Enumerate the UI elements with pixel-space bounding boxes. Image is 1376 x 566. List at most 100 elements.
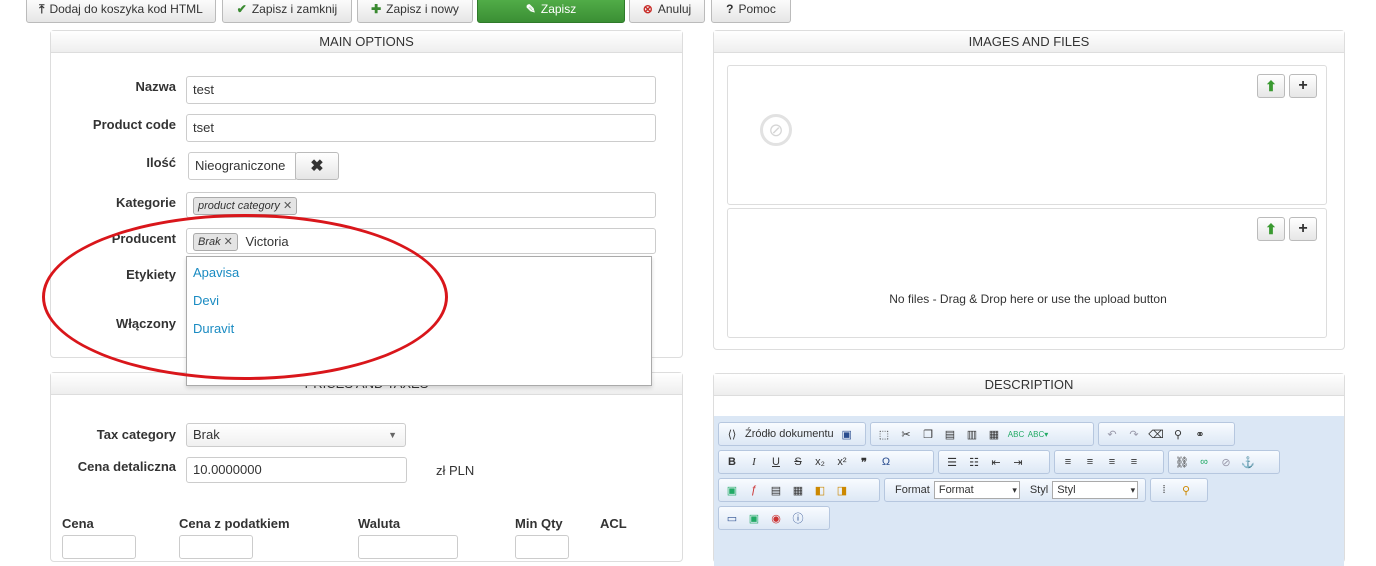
eraser-icon[interactable]: ⌫	[1147, 425, 1165, 443]
template-icon[interactable]: ▤	[767, 481, 785, 499]
show-blocks-icon[interactable]: ⁞	[1155, 481, 1173, 499]
preview-icon[interactable]: ⚲	[1177, 481, 1195, 499]
outdent-icon[interactable]: ⇤	[987, 453, 1005, 471]
source-button[interactable]: Źródło dokumentu	[745, 428, 834, 440]
flash-icon[interactable]: ƒ	[745, 481, 763, 499]
cancel-button[interactable]: ⊗ Anuluj	[629, 0, 705, 23]
special-char-icon[interactable]: Ω	[877, 453, 895, 471]
category-tag-label: product category	[198, 200, 280, 212]
page-break-icon[interactable]: ◨	[833, 481, 851, 499]
div-container-icon[interactable]: ▣	[745, 509, 763, 527]
redo-icon[interactable]: ↷	[1125, 425, 1143, 443]
align-right-icon[interactable]: ≡	[1103, 453, 1121, 471]
retail-price-label: Cena detaliczna	[77, 459, 176, 474]
editor-style-group: Format Format ▾ Styl Styl ▾	[884, 478, 1146, 502]
indent-icon[interactable]: ⇥	[1009, 453, 1027, 471]
media-icon[interactable]: ◧	[811, 481, 829, 499]
paste-icon[interactable]: ▤	[941, 425, 959, 443]
editor-undo-group: ↶ ↷ ⌫ ⚲ ⚭	[1098, 422, 1235, 446]
align-center-icon[interactable]: ≡	[1081, 453, 1099, 471]
table-icon[interactable]: ▦	[789, 481, 807, 499]
suggestion-item[interactable]: Duravit	[193, 321, 234, 336]
upload-image-button[interactable]: ⬆	[1257, 74, 1285, 98]
paste-text-icon[interactable]: ▥	[963, 425, 981, 443]
description-title: DESCRIPTION	[714, 374, 1344, 396]
category-tag[interactable]: product category ✕	[193, 197, 298, 215]
categories-input[interactable]: product category ✕	[186, 192, 656, 218]
clear-quantity-button[interactable]: ✖	[295, 152, 339, 180]
price-input[interactable]	[62, 535, 136, 559]
help-button[interactable]: ? Pomoc	[711, 0, 791, 23]
suggestion-item[interactable]: Apavisa	[193, 265, 239, 280]
price-tax-input[interactable]	[179, 535, 253, 559]
info-icon[interactable]: ⓘ	[789, 509, 807, 527]
main-options-title: MAIN OPTIONS	[51, 31, 682, 53]
quote-icon[interactable]: ❞	[855, 453, 873, 471]
copy-icon[interactable]: ❐	[919, 425, 937, 443]
upload-file-button[interactable]: ⬆	[1257, 217, 1285, 241]
save-new-button[interactable]: ✚ Zapisz i nowy	[357, 0, 473, 23]
save-button[interactable]: ✎ Zapisz	[477, 0, 625, 23]
top-toolbar: ⤒ Dodaj do koszyka kod HTML ✔ Zapisz i zam…	[0, 0, 1376, 28]
price-col-header: Cena	[62, 516, 94, 531]
format-select[interactable]: Format ▾	[933, 481, 1020, 499]
name-label: Nazwa	[135, 79, 176, 94]
paste-word-icon[interactable]: ▦	[985, 425, 1003, 443]
align-justify-icon[interactable]: ≡	[1125, 453, 1143, 471]
bullet-list-icon[interactable]: ☷	[965, 453, 983, 471]
image-icon[interactable]: ▣	[723, 481, 741, 499]
plus-icon: ✚	[371, 2, 382, 16]
link-icon[interactable]: ⛓	[1173, 453, 1191, 471]
save-close-button[interactable]: ✔ Zapisz i zamknij	[222, 0, 352, 23]
tax-category-select[interactable]: Brak ▼	[186, 423, 406, 447]
files-dropzone[interactable]: No files - Drag & Drop here or use the u…	[727, 208, 1327, 338]
add-html-button[interactable]: ⤒ Dodaj do koszyka kod HTML	[26, 0, 216, 23]
format-value: Format	[938, 484, 974, 496]
italic-icon[interactable]: I	[745, 453, 763, 471]
currency-select[interactable]	[358, 535, 458, 559]
underline-icon[interactable]: U	[767, 453, 785, 471]
style-select[interactable]: Styl ▾	[1052, 481, 1139, 499]
no-files-text: No files - Drag & Drop here or use the u…	[889, 292, 1167, 306]
producer-tag[interactable]: Brak ✕	[193, 233, 238, 251]
remove-tag-icon[interactable]: ✕	[224, 236, 233, 248]
price-tax-col-header: Cena z podatkiem	[179, 516, 290, 531]
producer-input[interactable]: Brak ✕ Victoria	[186, 228, 656, 254]
remove-tag-icon[interactable]: ✕	[283, 200, 292, 212]
suggestion-item[interactable]: Devi	[193, 293, 219, 308]
subscript-icon[interactable]: x₂	[811, 453, 829, 471]
maximize-icon[interactable]: ▭	[723, 509, 741, 527]
add-image-button[interactable]: +	[1289, 74, 1317, 98]
strike-icon[interactable]: S	[789, 453, 807, 471]
save-icon[interactable]: ▣	[838, 425, 856, 443]
no-image-icon: ⊘	[760, 114, 792, 146]
cut-icon[interactable]: ✂	[897, 425, 915, 443]
find-icon[interactable]: ⚲	[1169, 425, 1187, 443]
numbered-list-icon[interactable]: ☰	[943, 453, 961, 471]
replace-icon[interactable]: ⚭	[1191, 425, 1209, 443]
currency-label: zł PLN	[436, 463, 475, 478]
images-dropzone[interactable]: ⊘	[727, 65, 1327, 205]
retail-price-input[interactable]: 10.0000000	[186, 457, 407, 483]
align-left-icon[interactable]: ≡	[1059, 453, 1077, 471]
link-add-icon[interactable]: ∞	[1195, 453, 1213, 471]
editor-align-group: ≡ ≡ ≡ ≡	[1054, 450, 1164, 474]
editor-source-group: ⟨⟩ Źródło dokumentu ▣	[718, 422, 866, 446]
cancel-label: Anuluj	[657, 2, 692, 16]
name-input[interactable]: test	[186, 76, 656, 104]
quantity-input[interactable]: Nieograniczone	[188, 152, 296, 180]
superscript-icon[interactable]: x²	[833, 453, 851, 471]
color-picker-icon[interactable]: ◉	[767, 509, 785, 527]
select-all-icon[interactable]: ⬚	[875, 425, 893, 443]
unlink-icon[interactable]: ⊘	[1217, 453, 1235, 471]
currency-col-header: Waluta	[358, 516, 401, 531]
spellcheck-icon[interactable]: ABC	[1007, 425, 1025, 443]
product-code-input[interactable]: tset	[186, 114, 656, 142]
min-qty-input[interactable]	[515, 535, 569, 559]
undo-icon[interactable]: ↶	[1103, 425, 1121, 443]
spellcheck-menu-icon[interactable]: ABC▾	[1028, 425, 1048, 443]
add-file-button[interactable]: +	[1289, 217, 1317, 241]
editor-link-group: ⛓ ∞ ⊘ ⚓	[1168, 450, 1280, 474]
anchor-icon[interactable]: ⚓	[1239, 453, 1257, 471]
bold-icon[interactable]: B	[723, 453, 741, 471]
